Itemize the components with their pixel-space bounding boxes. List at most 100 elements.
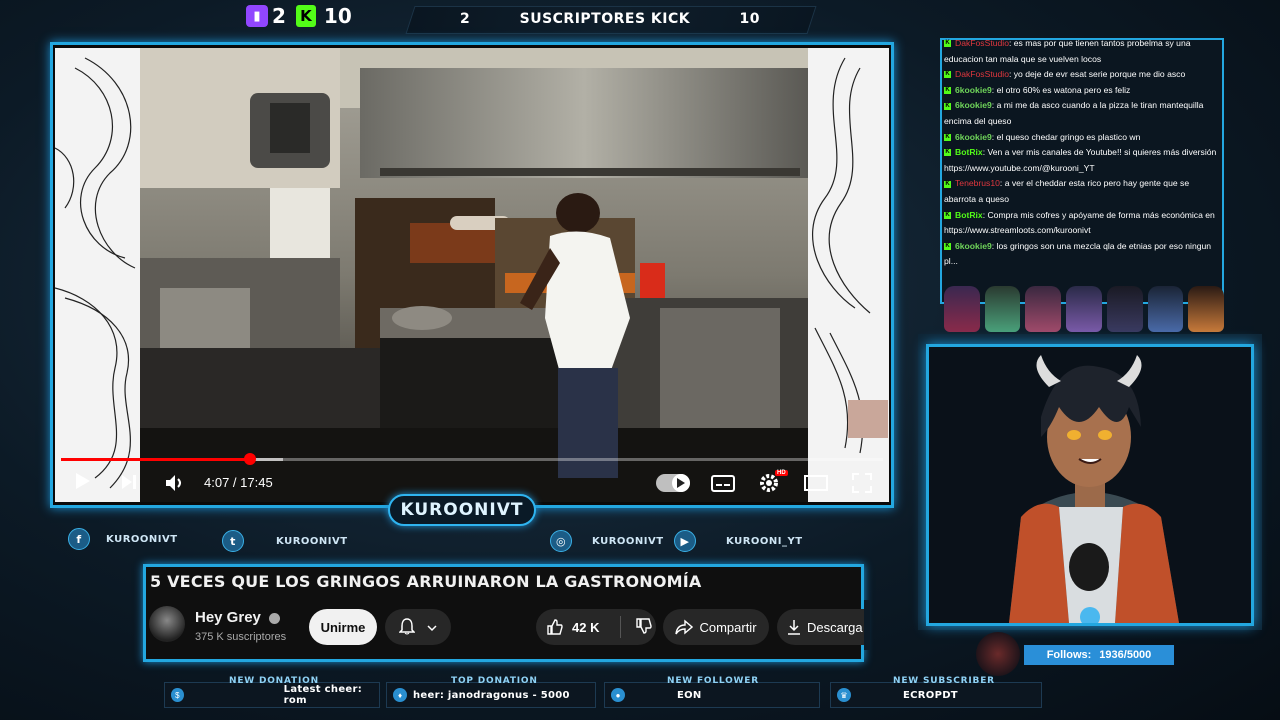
chat-message: K 6kookie9: a mi me da asco cuando a la p… xyxy=(944,98,1220,129)
thumbnail-overlay xyxy=(848,400,888,438)
video-title: 5 VECES QUE LOS GRINGOS ARRUINARON LA GA… xyxy=(150,572,702,591)
chat-username[interactable]: 6kookie9 xyxy=(955,132,992,142)
chat-message: K BotRix: Ven a ver mis canales de Youtub… xyxy=(944,145,1220,176)
alert-text: EON xyxy=(677,689,702,701)
chat-username[interactable]: DakFosStudio xyxy=(955,38,1009,48)
subs-title: SUSCRIPTORES KICK xyxy=(519,11,691,27)
social-label: KUROONIVT xyxy=(106,533,178,545)
thumbs-down-icon xyxy=(636,617,652,634)
follows-label: Follows: xyxy=(1046,649,1092,661)
user-icon: ● xyxy=(611,688,625,702)
twitch-icon: ▮ xyxy=(246,5,268,27)
autoplay-toggle[interactable] xyxy=(656,474,690,492)
mascot-sprite xyxy=(1066,286,1102,332)
channel-name[interactable]: Hey Grey xyxy=(195,609,281,626)
kick-badge-icon: K xyxy=(944,180,951,188)
alert-text: ECROPDT xyxy=(903,689,958,701)
vtuber-camera xyxy=(926,344,1254,626)
verified-icon xyxy=(269,612,281,624)
follows-value: 1936/5000 xyxy=(1099,649,1152,661)
chat-username[interactable]: Tenebrus10 xyxy=(955,178,1000,188)
kick-badge-icon: K xyxy=(944,87,951,95)
progress-played xyxy=(61,458,250,461)
download-label: Descarga xyxy=(807,619,863,635)
join-button[interactable]: Unirme xyxy=(309,609,377,645)
alert-text: Latest cheer: rom xyxy=(283,684,363,706)
social-youtube: ▶ KUROONI_YT xyxy=(674,530,803,552)
share-icon xyxy=(675,619,694,635)
progress-scrubber[interactable] xyxy=(244,453,256,465)
chat-text: : Ven a ver mis canales de Youtube!! si … xyxy=(944,147,1217,173)
dislike-button[interactable] xyxy=(621,617,653,638)
alert-new-donation: NEW DONATION $ Latest cheer: rom xyxy=(164,676,380,708)
play-icon[interactable] xyxy=(74,471,92,496)
chat-text: : yo deje de evr esat serie porque me di… xyxy=(1008,69,1186,80)
alert-label: NEW DONATION xyxy=(229,676,319,686)
chat-username[interactable]: BotRix xyxy=(955,147,983,157)
like-button[interactable]: 42 K xyxy=(536,618,614,636)
kitchen-scene xyxy=(140,48,808,502)
alert-label: NEW FOLLOWER xyxy=(667,676,759,686)
chat-message: K BotRix: Compra mis cofres y apóyame de … xyxy=(944,208,1220,239)
alert-new-subscriber: NEW SUBSCRIBER ♛ ECROPDT xyxy=(830,676,1042,708)
settings-icon[interactable] xyxy=(758,472,780,499)
hd-badge: HD xyxy=(775,470,788,476)
social-label: KUROONIVT xyxy=(276,535,348,547)
kick-badge-icon: K xyxy=(944,40,951,48)
fullscreen-icon[interactable] xyxy=(852,473,872,498)
mascot-sprite xyxy=(984,286,1021,332)
instagram-icon: ◎ xyxy=(550,530,572,552)
chat-message: K 6kookie9: los gringos son una mezcla ql… xyxy=(944,239,1220,270)
twitter-icon: t xyxy=(222,530,244,552)
share-button[interactable]: Compartir xyxy=(663,609,769,645)
mascot-sprite xyxy=(1147,286,1184,332)
theater-mode-icon[interactable] xyxy=(804,475,828,496)
kick-badge-icon: K xyxy=(944,211,951,219)
social-label: KUROONIVT xyxy=(592,535,664,547)
social-label: KUROONI_YT xyxy=(726,535,803,547)
chat-message: K 6kookie9: el queso chedar gringo es pla… xyxy=(944,130,1220,146)
channel-avatar[interactable] xyxy=(149,606,185,642)
subs-goal-bar: 2 SUSCRIPTORES KICK 10 xyxy=(410,6,810,32)
chat-username[interactable]: 6kookie9 xyxy=(955,241,992,251)
alert-top-donation: TOP DONATION ♦ heer: janodragonus - 5000 xyxy=(386,676,596,708)
download-icon xyxy=(788,620,800,635)
download-button[interactable]: Descarga xyxy=(777,609,867,645)
like-count: 42 K xyxy=(572,619,600,635)
time-display: 4:07 / 17:45 xyxy=(204,475,273,490)
bell-icon xyxy=(398,617,416,638)
youtube-icon: ▶ xyxy=(674,530,696,552)
chat-message: K DakFosStudio: yo deje de evr esat serie… xyxy=(944,67,1220,83)
subtitles-icon[interactable] xyxy=(711,475,735,497)
follows-goal-bar: Follows: 1936/5000 xyxy=(1024,645,1174,665)
subs-right-count: 10 xyxy=(739,11,760,27)
mascot-sprite xyxy=(944,286,980,332)
coin-icon: $ xyxy=(171,688,184,702)
mascot-sprite xyxy=(1106,286,1143,332)
volume-icon[interactable] xyxy=(164,473,186,498)
info-panel-clip xyxy=(864,600,870,650)
facebook-icon: f xyxy=(68,528,90,550)
notifications-button[interactable] xyxy=(385,609,451,645)
share-label: Compartir xyxy=(699,619,757,635)
chat-username[interactable]: 6kookie9 xyxy=(955,85,992,95)
social-instagram: ◎ KUROONIVT xyxy=(550,530,664,552)
chat-username[interactable]: DakFosStudio xyxy=(955,69,1009,79)
chat-message: K Tenebrus10: a ver el cheddar esta rico … xyxy=(944,176,1220,207)
kick-count: 10 xyxy=(323,4,352,28)
chevron-down-icon xyxy=(427,619,437,635)
thumbs-up-icon xyxy=(547,619,563,635)
next-icon[interactable] xyxy=(120,473,138,496)
twitch-count: 2 xyxy=(272,4,286,28)
alert-new-follower: NEW FOLLOWER ● EON xyxy=(604,676,820,708)
chat-username[interactable]: BotRix xyxy=(955,210,983,220)
mascot-sprite xyxy=(1188,286,1225,332)
kick-badge-icon: K xyxy=(944,242,951,250)
channel-name-text: Hey Grey xyxy=(195,609,261,626)
crown-icon: ♛ xyxy=(837,688,851,702)
subs-left-count: 2 xyxy=(460,11,471,27)
chat-username[interactable]: 6kookie9 xyxy=(955,100,992,110)
kick-icon: K xyxy=(295,5,316,27)
video-frame-image[interactable] xyxy=(140,48,808,502)
kick-badge-icon: K xyxy=(944,149,951,157)
